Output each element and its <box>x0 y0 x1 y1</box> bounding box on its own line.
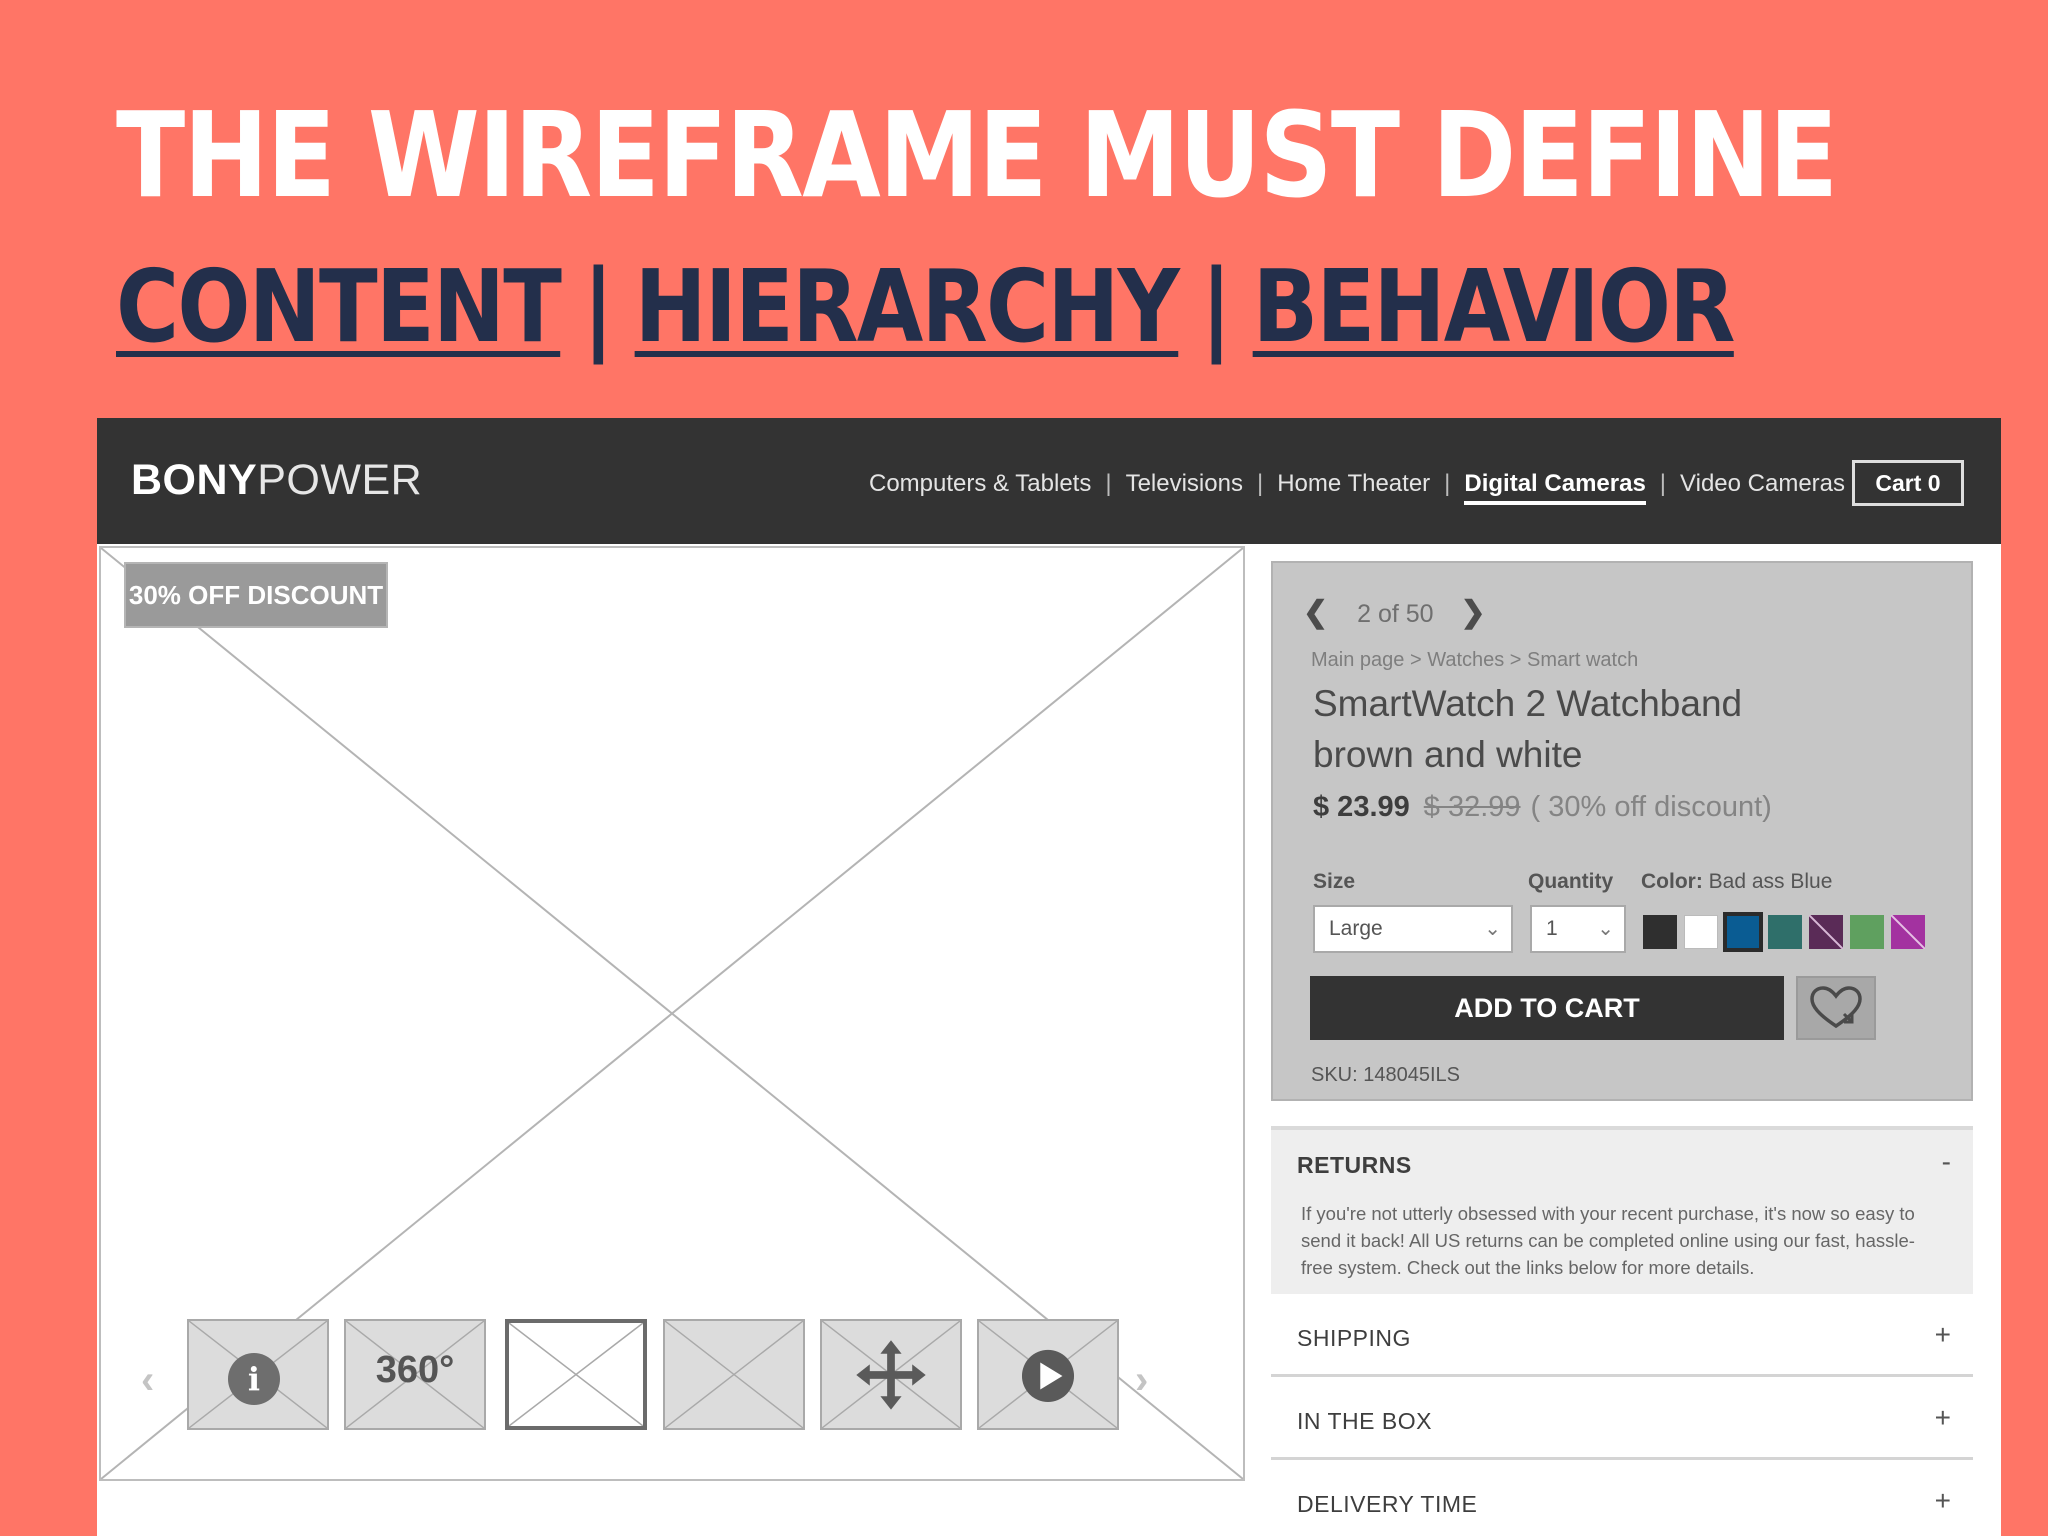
nav-separator: | <box>1256 470 1264 497</box>
wishlist-button[interactable] <box>1796 976 1876 1040</box>
subhead-hierarchy: HIERARCHY <box>634 248 1180 365</box>
image-placeholder-icon <box>509 1323 643 1426</box>
accordion-returns-body: If you're not utterly obsessed with your… <box>1301 1203 1915 1278</box>
color-swatch-white[interactable] <box>1684 915 1718 949</box>
chevron-down-icon: ⌄ <box>1597 918 1614 940</box>
cart-button[interactable]: Cart 0 <box>1852 460 1964 506</box>
swatch-pattern-icon <box>1809 915 1843 949</box>
add-to-cart-button[interactable]: ADD TO CART <box>1310 976 1784 1040</box>
thumb-next-arrow[interactable]: › <box>1135 1358 1148 1403</box>
subhead-separator: | <box>582 248 614 365</box>
current-price: $ 23.99 <box>1313 791 1410 823</box>
color-swatch-blue[interactable] <box>1723 912 1763 952</box>
chevron-down-icon: ⌄ <box>1484 918 1501 940</box>
move-arrows-icon <box>856 1340 926 1410</box>
top-nav-bar: BONYPOWER Computers & Tablets | Television… <box>97 418 2001 544</box>
color-swatch-black[interactable] <box>1643 915 1677 949</box>
expand-icon[interactable]: + <box>1935 1402 1951 1434</box>
discount-note: ( 30% off discount) <box>1530 791 1772 823</box>
slide-subhead: CONTENT | HIERARCHY | BEHAVIOR <box>116 252 1736 362</box>
accordion-returns-title: RETURNS <box>1297 1152 1412 1178</box>
nav-separator: | <box>1105 470 1112 497</box>
subhead-separator: | <box>1200 248 1232 365</box>
product-pager: ❮ 2 of 50 ❯ <box>1303 595 1486 630</box>
360-icon: 360° <box>375 1349 455 1391</box>
wireframe-mockup: BONYPOWER Computers & Tablets | Television… <box>97 418 2001 1536</box>
logo-light: POWER <box>257 456 423 504</box>
nav-video-cameras[interactable]: Video Cameras <box>1680 470 1845 498</box>
color-swatch-teal[interactable] <box>1768 915 1802 949</box>
thumb-image[interactable] <box>663 1319 805 1430</box>
nav-televisions[interactable]: Televisions <box>1126 470 1243 498</box>
accordion-delivery-time-title: DELIVERY TIME <box>1297 1491 1478 1517</box>
size-select-value: Large <box>1329 917 1383 940</box>
brand-logo[interactable]: BONYPOWER <box>131 456 422 505</box>
collapse-icon[interactable]: - <box>1942 1146 1951 1178</box>
quantity-select[interactable]: 1 ⌄ <box>1530 905 1626 953</box>
color-swatch-plum[interactable] <box>1809 915 1843 949</box>
size-label: Size <box>1313 870 1356 893</box>
discount-badge: 30% OFF DISCOUNT <box>124 562 388 628</box>
color-swatch-magenta[interactable] <box>1891 915 1925 949</box>
product-title-line2: brown and white <box>1313 734 1583 775</box>
nav-home-theater[interactable]: Home Theater <box>1277 470 1430 498</box>
slide-headline: THE WIREFRAME MUST DEFINE <box>116 86 1838 224</box>
swatch-pattern-icon <box>1891 915 1925 949</box>
product-info-panel: ❮ 2 of 50 ❯ Main page > Watches > Smart … <box>1271 561 1973 1101</box>
thumb-video[interactable] <box>977 1319 1119 1430</box>
image-placeholder-icon <box>665 1321 803 1428</box>
pager-next-icon[interactable]: ❯ <box>1461 595 1486 630</box>
thumb-info[interactable]: i <box>187 1319 329 1430</box>
old-price: $ 32.99 <box>1423 791 1521 823</box>
nav-computers-tablets[interactable]: Computers & Tablets <box>869 470 1091 498</box>
nav-separator: | <box>1444 470 1451 497</box>
main-nav: Computers & Tablets | Televisions | Home The… <box>869 470 1845 505</box>
color-label: Color: <box>1641 870 1703 893</box>
expand-icon[interactable]: + <box>1935 1485 1951 1517</box>
accordion-shipping-title: SHIPPING <box>1297 1325 1411 1351</box>
heart-icon <box>1810 986 1862 1029</box>
sku-text: SKU: 148045ILS <box>1311 1064 1460 1086</box>
color-swatch-green[interactable] <box>1850 915 1884 949</box>
thumb-360[interactable]: 360° <box>344 1319 486 1430</box>
breadcrumb[interactable]: Main page > Watches > Smart watch <box>1311 649 1638 672</box>
thumb-move[interactable] <box>820 1319 962 1430</box>
play-icon <box>1021 1349 1075 1402</box>
info-icon: i <box>228 1353 280 1405</box>
accordion-shipping[interactable]: SHIPPING + <box>1271 1297 1973 1377</box>
expand-icon[interactable]: + <box>1935 1319 1951 1351</box>
subhead-content: CONTENT <box>116 248 562 365</box>
color-value: Bad ass Blue <box>1708 870 1833 893</box>
quantity-select-value: 1 <box>1546 917 1558 940</box>
thumb-image-selected[interactable] <box>505 1319 647 1430</box>
pager-count: 2 of 50 <box>1357 600 1434 628</box>
nav-digital-cameras[interactable]: Digital Cameras <box>1464 470 1646 505</box>
subhead-behavior: BEHAVIOR <box>1252 248 1736 365</box>
accordion-delivery-time[interactable]: DELIVERY TIME + <box>1271 1463 1973 1536</box>
quantity-label: Quantity <box>1528 870 1614 893</box>
nav-separator: | <box>1659 470 1667 497</box>
accordion-returns[interactable]: RETURNS - If you're not utterly obsessed… <box>1271 1126 1973 1294</box>
product-title: SmartWatch 2 Watchband brown and white <box>1313 678 1913 780</box>
price-row: $ 23.99 $ 32.99 ( 30% off discount) <box>1313 791 1772 824</box>
logo-bold: BONY <box>131 456 258 504</box>
pager-prev-icon[interactable]: ❮ <box>1303 595 1328 630</box>
thumb-prev-arrow[interactable]: ‹ <box>141 1358 154 1403</box>
accordion-in-the-box-title: IN THE BOX <box>1297 1408 1432 1434</box>
size-select[interactable]: Large ⌄ <box>1313 905 1513 953</box>
product-title-line1: SmartWatch 2 Watchband <box>1313 683 1743 724</box>
accordion-in-the-box[interactable]: IN THE BOX + <box>1271 1380 1973 1460</box>
color-label-row: Color: Bad ass Blue <box>1641 870 1832 894</box>
